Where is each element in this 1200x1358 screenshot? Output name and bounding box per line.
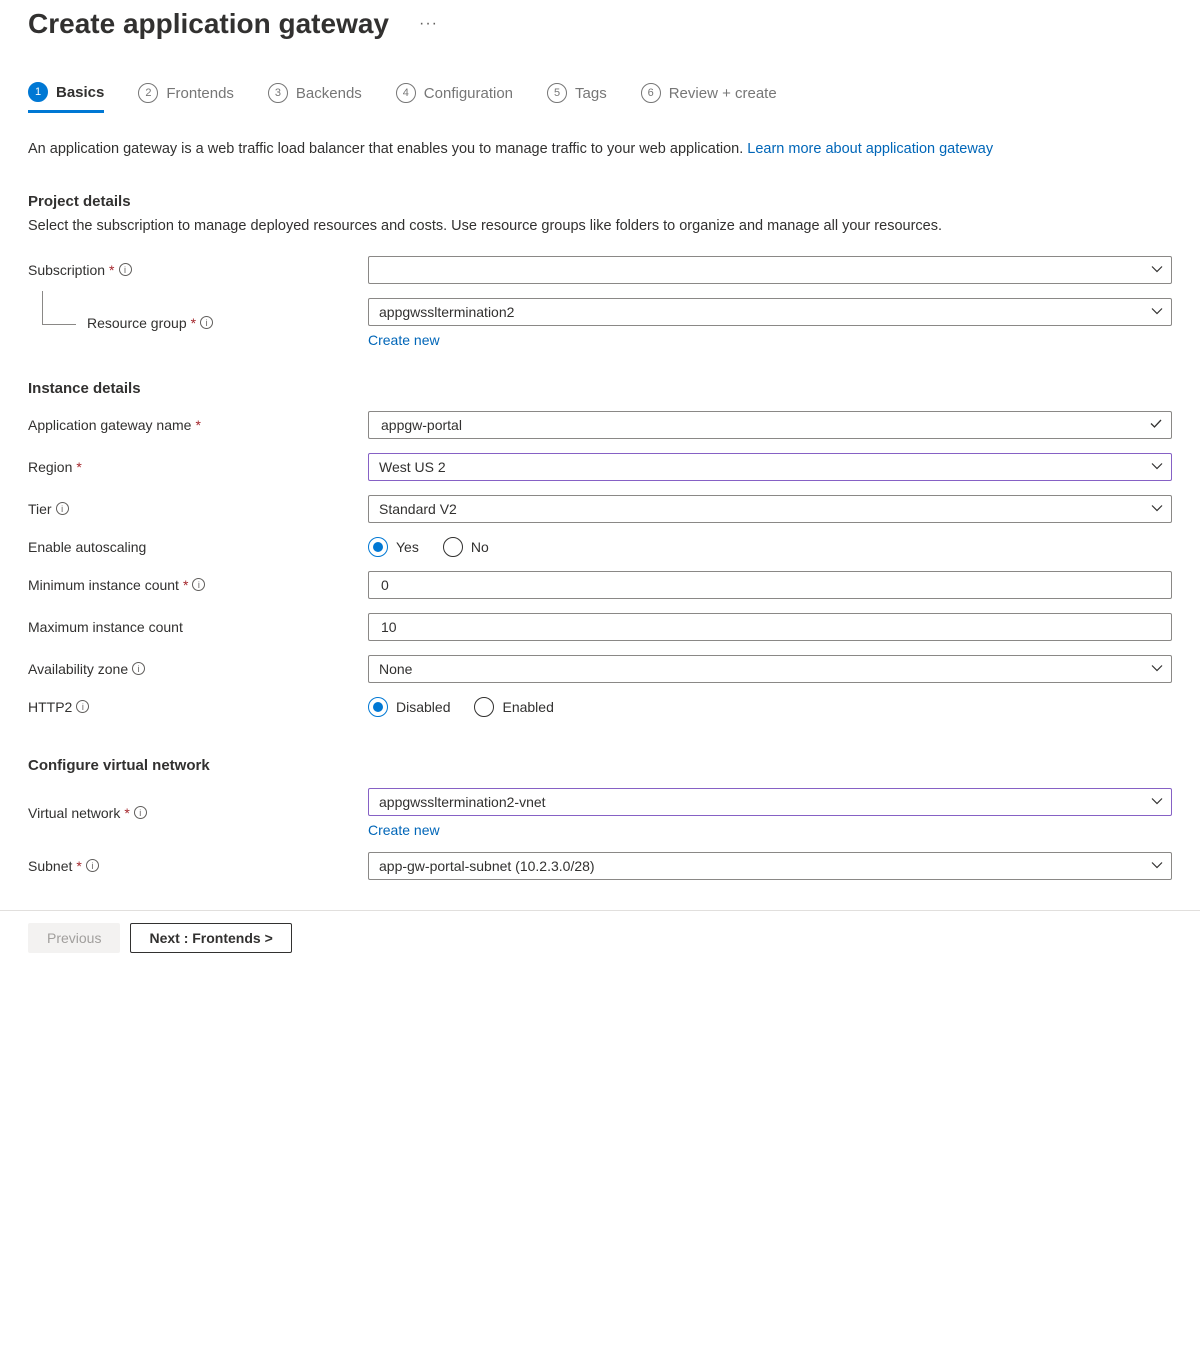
previous-button: Previous <box>28 923 120 953</box>
tab-step-number: 6 <box>641 83 661 103</box>
chevron-down-icon <box>1151 501 1163 517</box>
chevron-down-icon <box>1151 304 1163 320</box>
tab-label: Backends <box>296 85 362 102</box>
next-button[interactable]: Next : Frontends > <box>130 923 291 953</box>
tab-configuration[interactable]: 4 Configuration <box>396 83 513 111</box>
tier-select[interactable]: Standard V2 <box>368 495 1172 523</box>
tab-step-number: 4 <box>396 83 416 103</box>
page-title: Create application gateway <box>28 8 389 40</box>
info-icon[interactable]: i <box>119 263 132 276</box>
gateway-name-input[interactable] <box>368 411 1172 439</box>
wizard-tabs: 1 Basics 2 Frontends 3 Backends 4 Config… <box>28 82 1172 113</box>
overflow-menu-icon[interactable]: ··· <box>419 15 438 33</box>
wizard-footer: Previous Next : Frontends > <box>0 911 1200 965</box>
virtual-network-select[interactable]: appgwssltermination2-vnet <box>368 788 1172 816</box>
tab-step-number: 3 <box>268 83 288 103</box>
section-instance-details: Instance details <box>28 380 1172 397</box>
project-details-description: Select the subscription to manage deploy… <box>28 216 1172 238</box>
section-virtual-network: Configure virtual network <box>28 757 1172 774</box>
check-icon <box>1149 416 1163 433</box>
tab-label: Tags <box>575 85 607 102</box>
subnet-label: Subnet * i <box>28 858 368 874</box>
region-select[interactable]: West US 2 <box>368 453 1172 481</box>
tab-frontends[interactable]: 2 Frontends <box>138 83 234 111</box>
tab-basics[interactable]: 1 Basics <box>28 82 104 113</box>
region-label: Region * <box>28 459 368 475</box>
tab-step-number: 5 <box>547 83 567 103</box>
tab-label: Frontends <box>166 85 234 102</box>
subscription-label: Subscription * i <box>28 262 368 278</box>
tier-label: Tier i <box>28 501 368 517</box>
info-icon[interactable]: i <box>134 806 147 819</box>
info-icon[interactable]: i <box>200 316 213 329</box>
resource-group-label: Resource group * i <box>28 315 368 331</box>
tab-step-number: 2 <box>138 83 158 103</box>
learn-more-link[interactable]: Learn more about application gateway <box>747 141 993 157</box>
info-icon[interactable]: i <box>76 700 89 713</box>
subnet-select[interactable]: app-gw-portal-subnet (10.2.3.0/28) <box>368 852 1172 880</box>
chevron-down-icon <box>1151 794 1163 810</box>
gateway-name-label: Application gateway name * <box>28 417 368 433</box>
http2-disabled-radio[interactable]: Disabled <box>368 697 450 717</box>
max-instance-input[interactable] <box>368 613 1172 641</box>
tab-review-create[interactable]: 6 Review + create <box>641 83 777 111</box>
intro-text: An application gateway is a web traffic … <box>28 139 1172 161</box>
info-icon[interactable]: i <box>132 662 145 675</box>
min-instance-input[interactable] <box>368 571 1172 599</box>
autoscaling-label: Enable autoscaling <box>28 539 368 555</box>
chevron-down-icon <box>1151 262 1163 278</box>
http2-enabled-radio[interactable]: Enabled <box>474 697 553 717</box>
create-new-resource-group-link[interactable]: Create new <box>368 332 440 348</box>
tab-label: Configuration <box>424 85 513 102</box>
autoscale-yes-radio[interactable]: Yes <box>368 537 419 557</box>
section-project-details: Project details <box>28 193 1172 210</box>
resource-group-select[interactable]: appgwssltermination2 <box>368 298 1172 326</box>
chevron-down-icon <box>1151 858 1163 874</box>
subscription-select[interactable] <box>368 256 1172 284</box>
info-icon[interactable]: i <box>56 502 69 515</box>
info-icon[interactable]: i <box>86 859 99 872</box>
min-instance-label: Minimum instance count * i <box>28 577 368 593</box>
create-new-vnet-link[interactable]: Create new <box>368 822 440 838</box>
virtual-network-label: Virtual network * i <box>28 805 368 821</box>
chevron-down-icon <box>1151 459 1163 475</box>
max-instance-label: Maximum instance count <box>28 619 368 635</box>
availability-zone-select[interactable]: None <box>368 655 1172 683</box>
http2-label: HTTP2 i <box>28 699 368 715</box>
availability-zone-label: Availability zone i <box>28 661 368 677</box>
tab-tags[interactable]: 5 Tags <box>547 83 607 111</box>
info-icon[interactable]: i <box>192 578 205 591</box>
tab-step-number: 1 <box>28 82 48 102</box>
chevron-down-icon <box>1151 661 1163 677</box>
tab-backends[interactable]: 3 Backends <box>268 83 362 111</box>
tab-label: Basics <box>56 84 104 101</box>
tab-label: Review + create <box>669 85 777 102</box>
autoscale-no-radio[interactable]: No <box>443 537 489 557</box>
